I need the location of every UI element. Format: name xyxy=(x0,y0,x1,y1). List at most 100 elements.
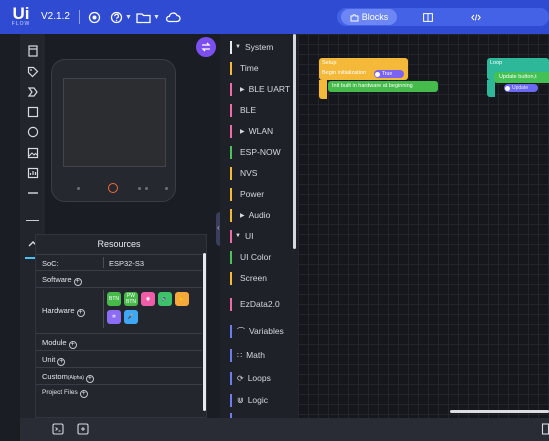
loop-block-body xyxy=(487,80,495,97)
category-ble-uart[interactable]: ▶ BLE UART xyxy=(230,82,290,96)
hw-chip-touch-icon[interactable]: ✋ xyxy=(175,292,189,306)
tab-code[interactable] xyxy=(465,9,487,25)
tab-split-view[interactable] xyxy=(417,9,439,25)
expand-down-icon: ▼ xyxy=(235,44,241,50)
settings-icon[interactable] xyxy=(88,7,101,27)
hw-chip-btn[interactable]: BTN xyxy=(107,292,121,306)
category-math[interactable]: ∷ Math xyxy=(230,348,265,362)
hw-chip-speaker-icon[interactable]: 🔈 xyxy=(158,292,172,306)
bottom-bar xyxy=(20,418,549,441)
soc-row: SoC: ESP32-S3 xyxy=(36,254,202,270)
split-view-icon xyxy=(423,12,433,22)
hw-chip-pw-btn[interactable]: PW BTN xyxy=(124,292,138,306)
setup-block-body xyxy=(319,80,327,99)
category-power[interactable]: Power xyxy=(230,187,264,201)
device-panel: ‹ Resources SoC: ESP32-S3 Software + Hard… xyxy=(35,34,224,418)
file-icon[interactable] xyxy=(26,44,39,57)
add-icon[interactable]: + xyxy=(79,390,88,398)
top-bar: Ui FLOW V2.1.2 ▼ ▼ Blocks xyxy=(0,0,549,34)
init-hardware-block[interactable]: Init built in hardware at beginning xyxy=(328,81,438,92)
category-ui[interactable]: ▼ UI xyxy=(230,229,253,243)
add-icon[interactable]: + xyxy=(85,375,94,383)
resources-scrollbar[interactable] xyxy=(203,253,206,411)
custom-label: Custom xyxy=(42,372,68,381)
help-icon[interactable]: ▼ xyxy=(110,7,132,27)
variables-icon: ⌒ xyxy=(237,326,245,336)
category-logic[interactable]: ⋓ Logic xyxy=(230,393,268,407)
arrow-icon[interactable] xyxy=(26,85,39,98)
toolbar-divider xyxy=(79,10,80,24)
soc-value: ESP32-S3 xyxy=(109,259,145,268)
category-ui-color[interactable]: UI Color xyxy=(230,250,271,264)
loops-icon: ⟳ xyxy=(237,373,244,383)
category-audio[interactable]: ▶ Audio xyxy=(230,208,270,222)
image-icon[interactable] xyxy=(26,146,39,159)
square-icon[interactable] xyxy=(26,105,39,118)
power-button[interactable] xyxy=(108,183,118,193)
chart-icon[interactable] xyxy=(26,166,39,179)
project-files-row[interactable]: Project Files + xyxy=(36,384,202,401)
logic-icon: ⋓ xyxy=(237,395,244,405)
puzzle-icon xyxy=(350,13,359,21)
add-icon[interactable]: + xyxy=(68,341,77,349)
hw-chip-mic-icon[interactable]: 🎤 xyxy=(124,310,138,324)
tab-blocks[interactable]: Blocks xyxy=(341,9,397,25)
device-export-icon[interactable] xyxy=(77,423,89,435)
device-dot xyxy=(138,187,141,190)
panel-toggle-icon[interactable] xyxy=(540,423,549,435)
device-screen[interactable] xyxy=(63,78,166,167)
resources-title: Resources xyxy=(97,239,141,249)
update-block[interactable]: Update button,t xyxy=(494,72,549,83)
toolbar-divider xyxy=(26,220,39,221)
block-categories: ▼ System Time ▶ BLE UART BLE ▶ WLAN ESP-NOW… xyxy=(220,34,298,418)
hardware-label: Hardware xyxy=(42,306,75,315)
tag-icon[interactable] xyxy=(26,65,39,78)
expand-right-icon: ▶ xyxy=(240,86,245,93)
hw-chip-imu-icon[interactable]: ✲ xyxy=(107,310,121,324)
setup-text: Begin initialization xyxy=(322,70,367,76)
expand-down-icon: ▼ xyxy=(235,233,241,239)
blocks-workspace[interactable]: Setup Begin initialization True Init bui… xyxy=(298,34,549,418)
custom-tag: (Alpha) xyxy=(67,375,84,381)
category-time[interactable]: Time xyxy=(230,61,259,75)
module-row[interactable]: Module + xyxy=(36,333,202,350)
category-wlan[interactable]: ▶ WLAN xyxy=(230,124,273,138)
soc-label: SoC: xyxy=(42,259,59,268)
circle-icon[interactable] xyxy=(26,125,39,138)
category-nvs[interactable]: NVS xyxy=(230,166,257,180)
device-dot xyxy=(77,187,80,190)
add-icon[interactable]: + xyxy=(57,358,66,366)
category-loops[interactable]: ⟳ Loops xyxy=(230,371,271,385)
category-esp-now[interactable]: ESP-NOW xyxy=(230,145,281,159)
category-system[interactable]: ▼ System xyxy=(230,40,273,54)
logo-sub: FLOW xyxy=(11,21,31,27)
add-icon[interactable]: + xyxy=(76,309,85,317)
device-dot xyxy=(145,187,148,190)
line-icon[interactable] xyxy=(26,186,39,199)
code-icon xyxy=(471,13,481,21)
category-variables[interactable]: ⌒ Variables xyxy=(230,324,284,338)
category-ezdata[interactable]: EzData2.0 xyxy=(230,297,280,311)
custom-row[interactable]: Custom(Alpha) + xyxy=(36,367,202,384)
swap-icon[interactable] xyxy=(196,37,216,57)
category-screen[interactable]: Screen xyxy=(230,271,267,285)
category-ble[interactable]: BLE xyxy=(230,103,256,117)
cloud-icon[interactable] xyxy=(165,7,181,27)
categories-scrollbar[interactable] xyxy=(293,34,296,249)
setup-block[interactable]: Setup Begin initialization True xyxy=(319,58,408,80)
hardware-row: Hardware + BTN PW BTN ◉ 🔈 ✋ ✲ 🎤 xyxy=(36,287,202,333)
true-toggle[interactable]: True xyxy=(374,70,404,78)
update-button[interactable]: Update xyxy=(504,84,538,92)
software-row[interactable]: Software + xyxy=(36,270,202,287)
chevron-down-icon: ▼ xyxy=(125,13,132,21)
unit-label: Unit xyxy=(42,355,56,364)
add-icon[interactable]: + xyxy=(73,278,82,286)
row-divider xyxy=(103,257,104,268)
unit-row[interactable]: Unit + xyxy=(36,350,202,367)
device-dot xyxy=(165,187,168,190)
terminal-icon[interactable] xyxy=(52,423,64,435)
workspace-scrollbar[interactable] xyxy=(450,410,549,413)
hw-chip-rgb-icon[interactable]: ◉ xyxy=(141,292,155,306)
folder-icon[interactable]: ▼ xyxy=(136,7,160,27)
logo-main: Ui xyxy=(12,4,30,23)
